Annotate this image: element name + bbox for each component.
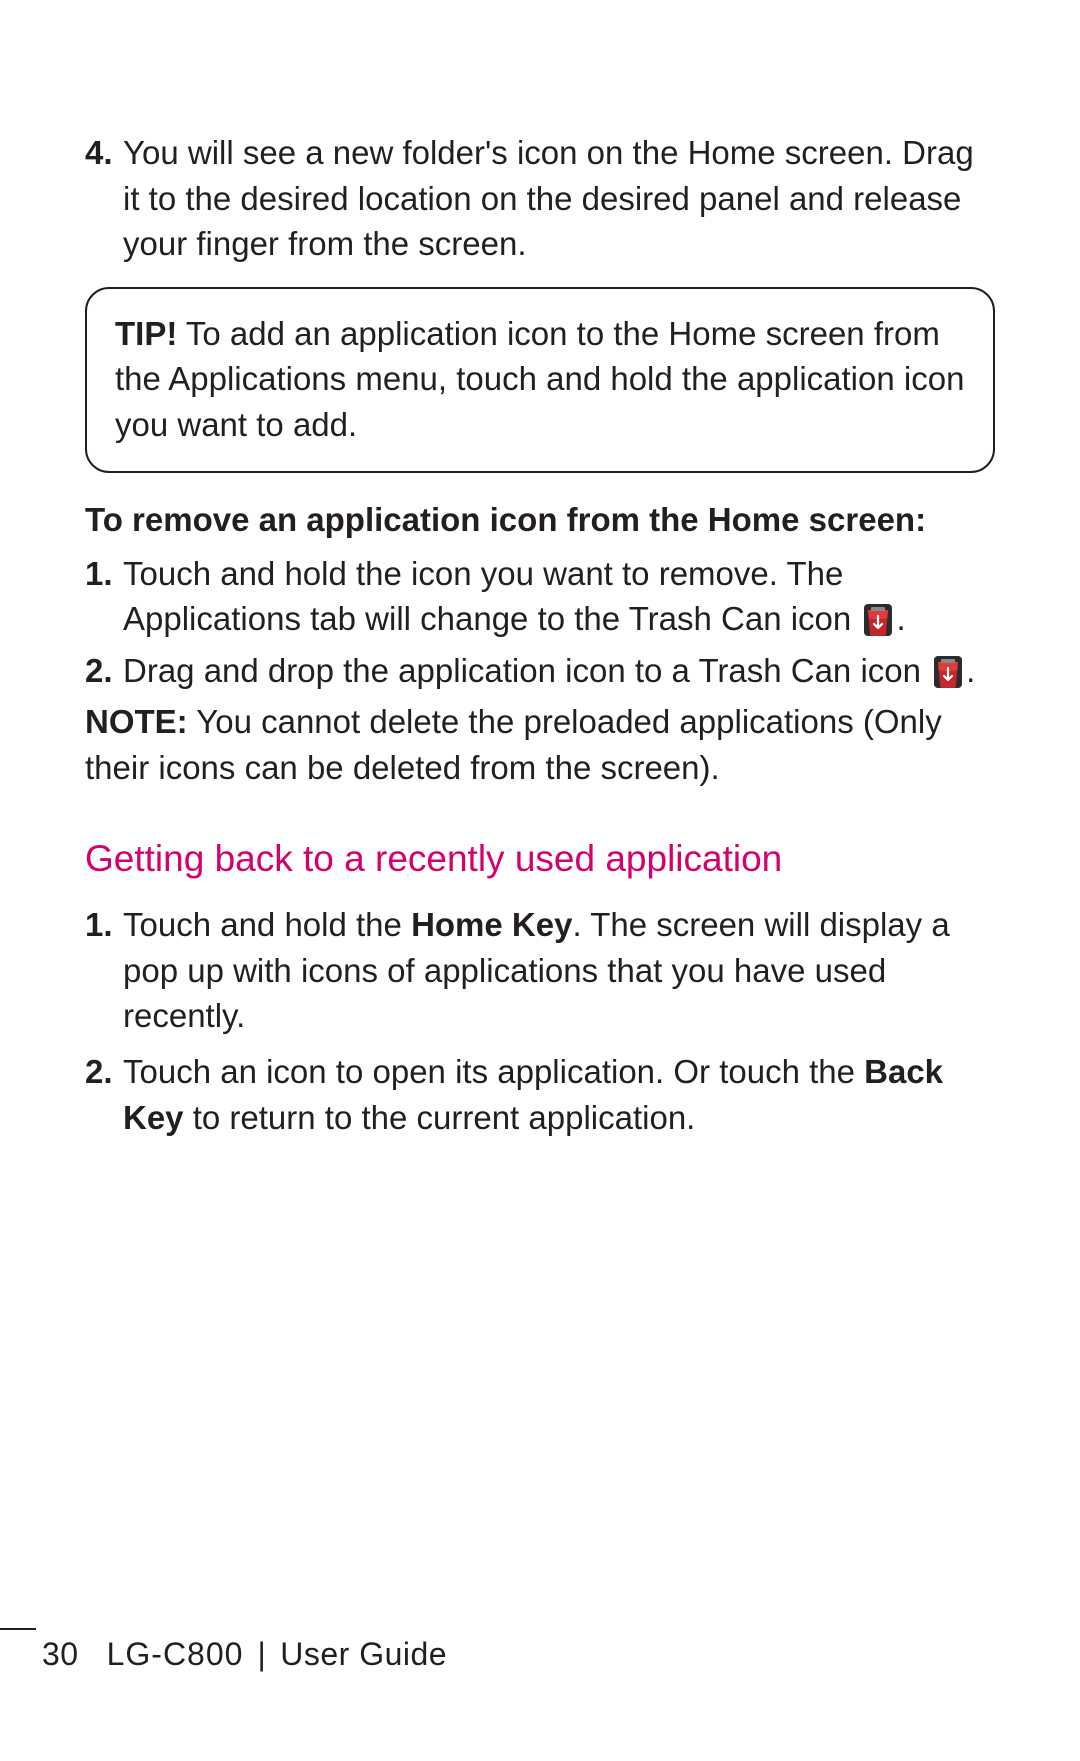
remove-item-1-text: Touch and hold the icon you want to remo… bbox=[123, 551, 995, 642]
tip-box: TIP! To add an application icon to the H… bbox=[85, 287, 995, 474]
footer-rule bbox=[0, 1628, 36, 1630]
step-4-text: You will see a new folder's icon on the … bbox=[123, 130, 995, 267]
remove-item-2: 2. Drag and drop the application icon to… bbox=[85, 648, 995, 694]
recent-item-2-p2: to return to the current application. bbox=[184, 1099, 696, 1136]
note: NOTE: You cannot delete the preloaded ap… bbox=[85, 699, 995, 790]
list-number: 2. bbox=[85, 1049, 123, 1095]
page-footer: 30 LG-C800 | User Guide bbox=[0, 1628, 1080, 1673]
remove-item-2-post: . bbox=[966, 652, 975, 689]
remove-item-1: 1. Touch and hold the icon you want to r… bbox=[85, 551, 995, 642]
page-number: 30 bbox=[42, 1636, 79, 1673]
remove-heading: To remove an application icon from the H… bbox=[85, 497, 995, 543]
recent-item-2-p1: Touch an icon to open its application. O… bbox=[123, 1053, 864, 1090]
model-name: LG-C800 bbox=[107, 1636, 244, 1673]
footer-row: 30 LG-C800 | User Guide bbox=[0, 1636, 1080, 1673]
tip-lead: TIP! bbox=[115, 315, 177, 352]
note-text: You cannot delete the preloaded applicat… bbox=[85, 703, 942, 786]
footer-label: User Guide bbox=[280, 1636, 447, 1673]
note-lead: NOTE: bbox=[85, 703, 188, 740]
page: 4. You will see a new folder's icon on t… bbox=[0, 0, 1080, 1761]
remove-item-1-post: . bbox=[896, 600, 905, 637]
recent-item-1-text: Touch and hold the Home Key. The screen … bbox=[123, 902, 995, 1039]
list-number: 1. bbox=[85, 902, 123, 948]
recent-item-1: 1. Touch and hold the Home Key. The scre… bbox=[85, 902, 995, 1039]
remove-list: 1. Touch and hold the icon you want to r… bbox=[85, 551, 995, 694]
footer-divider: | bbox=[257, 1636, 266, 1673]
list-number: 1. bbox=[85, 551, 123, 597]
remove-item-1-pre: Touch and hold the icon you want to remo… bbox=[123, 555, 860, 638]
remove-item-2-text: Drag and drop the application icon to a … bbox=[123, 648, 995, 694]
trash-can-icon bbox=[932, 654, 964, 690]
recent-list: 1. Touch and hold the Home Key. The scre… bbox=[85, 902, 995, 1140]
home-key-label: Home Key bbox=[411, 906, 572, 943]
recent-item-2: 2. Touch an icon to open its application… bbox=[85, 1049, 995, 1140]
list-number: 2. bbox=[85, 648, 123, 694]
recent-item-2-text: Touch an icon to open its application. O… bbox=[123, 1049, 995, 1140]
list-number: 4. bbox=[85, 130, 123, 176]
step-4: 4. You will see a new folder's icon on t… bbox=[85, 130, 995, 267]
recent-item-1-p1: Touch and hold the bbox=[123, 906, 411, 943]
tip-text: To add an application icon to the Home s… bbox=[115, 315, 964, 443]
trash-can-icon bbox=[862, 602, 894, 638]
section-title: Getting back to a recently used applicat… bbox=[85, 838, 995, 880]
remove-item-2-pre: Drag and drop the application icon to a … bbox=[123, 652, 930, 689]
